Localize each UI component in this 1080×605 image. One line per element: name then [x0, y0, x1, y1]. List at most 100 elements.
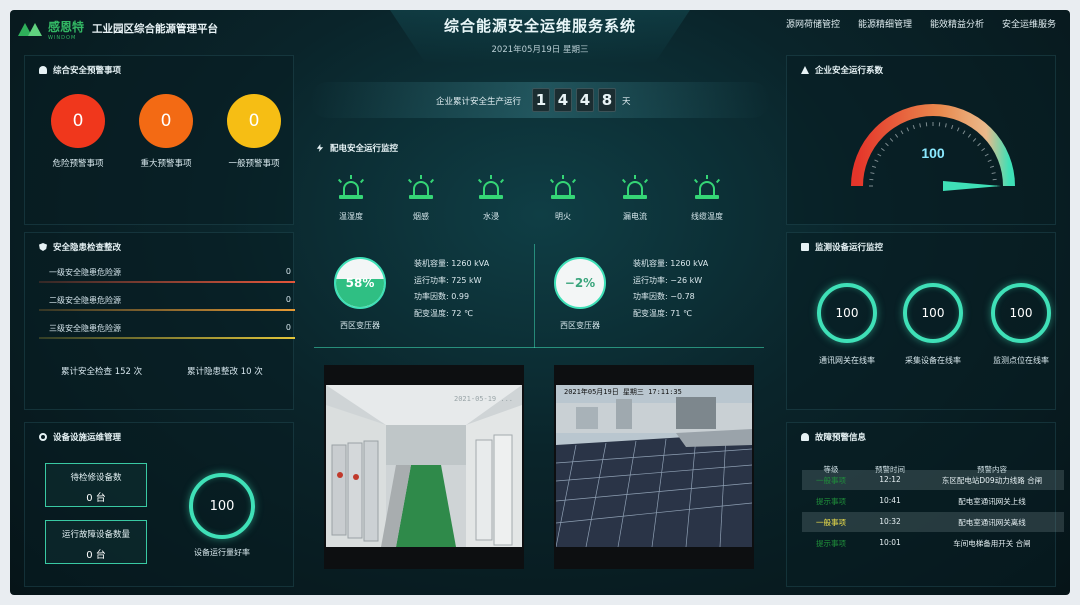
hazards-title-text: 安全隐患检查整改 — [53, 243, 122, 253]
fault-level: 一般事项 — [816, 518, 846, 527]
fault-content: 配电室通讯网关上线 — [958, 497, 1026, 506]
danger-warning-badge[interactable]: 0 — [51, 94, 105, 148]
facility-panel: 设备设施运维管理 待检修设备数 0 台 运行故障设备数量 0 台 100 设备运… — [24, 422, 294, 587]
facility-title-text: 设备设施运维管理 — [53, 433, 122, 443]
safety-days-digit: 1 — [532, 88, 550, 112]
fault-content: 配电室通讯网关离线 — [958, 518, 1026, 527]
transformer-capacity: 装机容量: 1260 kVA — [633, 259, 709, 268]
nav-item-grid[interactable]: 源网荷储管控 — [786, 17, 840, 30]
warnings-panel: 综合安全预警事项 0 0 0 危险预警事项 重大预警事项 一般预警事项 — [24, 55, 294, 225]
hazard-row-level1[interactable]: 一级安全隐患危险源 0 — [39, 263, 295, 283]
safety-index-panel: 企业安全运行系数 100 — [786, 55, 1056, 225]
pending-repair-value: 0 台 — [86, 493, 106, 504]
gateway-online-ring: 100 — [817, 283, 877, 343]
facility-title: 设备设施运维管理 — [39, 431, 121, 443]
safety-index-title-text: 企业安全运行系数 — [815, 66, 884, 76]
transformer-name: 西区变压器 — [560, 321, 600, 330]
transformer-load-value: 58% — [345, 276, 375, 290]
camera-image-1 — [326, 385, 522, 547]
camera-2-timestamp: 2021年05月19日 星期三 17:11:35 — [564, 388, 682, 396]
camera-2-scene — [556, 385, 752, 547]
collector-online-label: 采集设备在线率 — [905, 356, 961, 365]
pending-repair-box[interactable]: 待检修设备数 0 台 — [45, 463, 147, 507]
table-row[interactable]: 一般事项 10:32 配电室通讯网关离线 — [802, 512, 1064, 532]
fault-level: 提示事项 — [816, 539, 846, 548]
hazards-panel: 安全隐患检查整改 一级安全隐患危险源 0 二级安全隐患危险源 0 三级安全隐患危… — [24, 232, 295, 410]
hazard-label: 三级安全隐患危险源 — [49, 324, 121, 333]
fault-time: 10:01 — [879, 538, 901, 547]
fault-level: 提示事项 — [816, 497, 846, 506]
table-row[interactable]: 提示事项 10:01 车间电梯备用开关 合闸 — [802, 533, 1064, 553]
transformer-load-value: −2% — [564, 276, 596, 290]
transformer-temp: 配变温度: 71 ℃ — [633, 308, 692, 318]
alarm-label: 明火 — [555, 212, 571, 221]
alarm-label: 温湿度 — [339, 212, 363, 221]
pending-repair-label: 待检修设备数 — [70, 473, 122, 483]
alarm-label: 漏电流 — [623, 212, 647, 221]
transformer-factor: 功率因数: 0.99 — [414, 292, 470, 301]
alarm-light-icon[interactable] — [336, 175, 366, 203]
bell-icon — [39, 66, 47, 74]
monitoring-title: 监测设备运行监控 — [801, 241, 883, 253]
fault-time: 12:12 — [879, 475, 901, 484]
nav-item-safety[interactable]: 安全运维服务 — [1002, 17, 1056, 30]
major-warning-badge[interactable]: 0 — [139, 94, 193, 148]
monitor-point-online-ring: 100 — [991, 283, 1051, 343]
top-nav: 源网荷储管控 能源精细管理 能效精益分析 安全运维服务 — [786, 17, 1056, 30]
hazard-row-level3[interactable]: 三级安全隐患危险源 0 — [39, 319, 295, 339]
safety-index-title: 企业安全运行系数 — [801, 64, 883, 76]
warnings-title: 综合安全预警事项 — [39, 64, 121, 76]
transformer-power: 运行功率: 725 kW — [414, 275, 482, 285]
monitoring-title-text: 监测设备运行监控 — [815, 243, 884, 253]
nav-item-energy[interactable]: 能源精细管理 — [858, 17, 912, 30]
safety-days-unit: 天 — [622, 97, 631, 107]
hazards-title: 安全隐患检查整改 — [39, 241, 121, 253]
table-row[interactable]: 提示事项 10:41 配电室通讯网关上线 — [802, 491, 1064, 511]
hazard-value: 0 — [285, 323, 291, 332]
shield-icon — [39, 243, 47, 251]
faults-title: 故障预警信息 — [801, 431, 866, 443]
fault-content: 车间电梯备用开关 合闸 — [953, 539, 1031, 548]
fault-time: 10:41 — [879, 496, 901, 505]
alarm-label: 烟感 — [413, 212, 429, 221]
general-warning-badge[interactable]: 0 — [227, 94, 281, 148]
alarm-light-icon[interactable] — [620, 175, 650, 203]
total-check-text: 累计安全检查 152 次 — [61, 367, 143, 377]
transformer-capacity: 装机容量: 1260 kVA — [414, 259, 490, 268]
alarm-light-icon[interactable] — [548, 175, 578, 203]
gateway-online-label: 通讯网关在线率 — [819, 356, 875, 365]
hazard-row-level2[interactable]: 二级安全隐患危险源 0 — [39, 291, 295, 311]
danger-warning-label: 危险预警事项 — [52, 159, 104, 169]
alarm-light-icon[interactable] — [476, 175, 506, 203]
gauge-needle — [943, 181, 1001, 191]
gear-icon — [39, 433, 47, 441]
hazard-label: 二级安全隐患危险源 — [49, 296, 121, 305]
general-warning-label: 一般预警事项 — [228, 159, 280, 169]
transformer-load-gauge[interactable]: 58% — [334, 257, 386, 309]
device-health-ring: 100 — [189, 473, 255, 539]
fault-device-label: 运行故障设备数量 — [61, 530, 130, 540]
safety-days-label: 企业累计安全生产运行 — [436, 97, 522, 107]
major-warning-label: 重大预警事项 — [140, 159, 192, 169]
fault-device-box[interactable]: 运行故障设备数量 0 台 — [45, 520, 147, 564]
faults-title-text: 故障预警信息 — [815, 433, 867, 443]
transformer-stats: 装机容量: 1260 kVA 运行功率: 725 kW 功率因数: 0.99 配… — [414, 256, 489, 322]
camera-feed-2[interactable]: 2021年05月19日 星期三 17:11:35 — [554, 365, 754, 569]
warning-triangle-icon — [801, 66, 809, 74]
fault-time: 10:32 — [879, 517, 901, 526]
table-row[interactable]: 一般事项 12:12 东区配电站D09动力线路 合闸 — [802, 470, 1064, 490]
nav-item-efficiency[interactable]: 能效精益分析 — [930, 17, 984, 30]
gauge-value: 100 — [921, 145, 945, 161]
warnings-title-text: 综合安全预警事项 — [53, 66, 122, 76]
transformer-name: 西区变压器 — [340, 321, 380, 330]
hazard-value: 0 — [285, 295, 291, 304]
transformer-load-gauge[interactable]: −2% — [554, 257, 606, 309]
transformer-factor: 功率因数: −0.78 — [633, 292, 695, 301]
hazard-value: 0 — [285, 267, 291, 276]
alarm-light-icon[interactable] — [406, 175, 436, 203]
camera-1-timestamp: 2021-05-19 ... — [454, 395, 514, 403]
camera-feed-1[interactable]: 2021-05-19 ... — [324, 365, 524, 569]
alarm-light-icon[interactable] — [692, 175, 722, 203]
total-fix-text: 累计隐患整改 10 次 — [187, 367, 263, 377]
page-date: 2021年05月19日 星期三 — [491, 45, 589, 55]
